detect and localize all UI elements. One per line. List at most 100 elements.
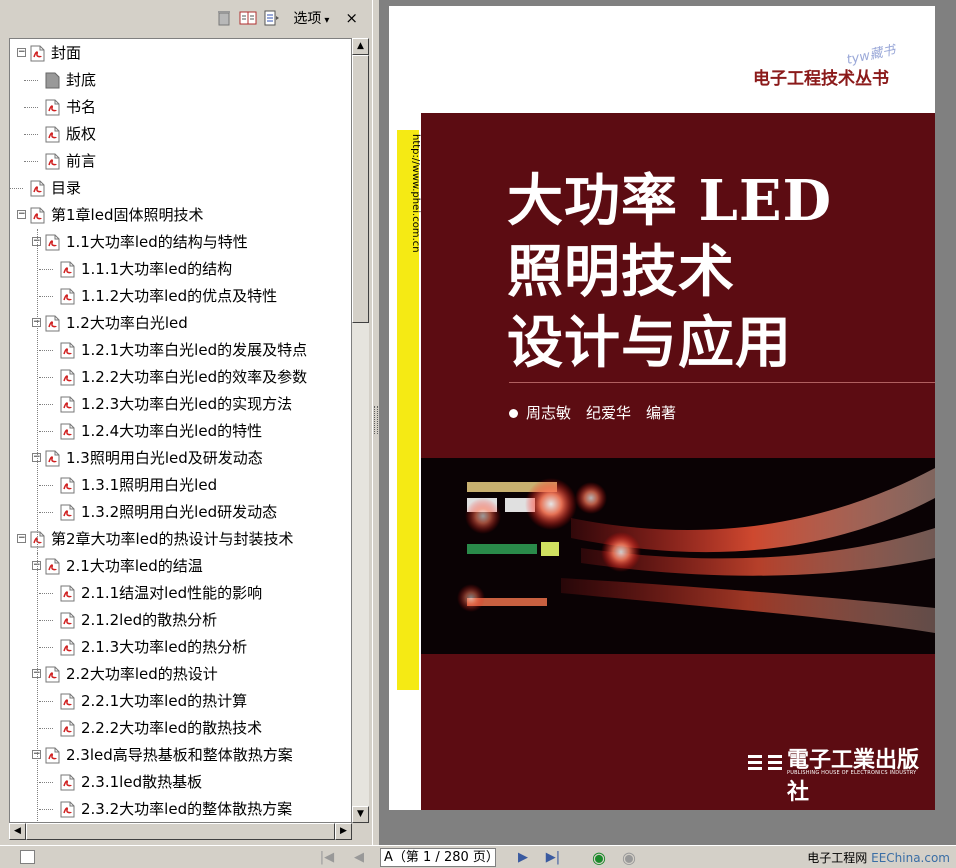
bookmark-label: 2.2.1大功率led的热计算: [81, 692, 248, 710]
tree-connector: [39, 701, 53, 702]
bookmark-item[interactable]: 2.1.2led的散热分析: [10, 607, 351, 634]
bookmark-label: 2.3led高导热基板和整体散热方案: [66, 746, 293, 764]
bookmark-item[interactable]: − 封面: [10, 40, 351, 67]
bookmark-label: 前言: [66, 152, 97, 170]
bookmark-item[interactable]: 1.2.3大功率白光led的实现方法: [10, 391, 351, 418]
bookmark-item[interactable]: − 第2章大功率led的热设计与封装技术: [10, 526, 351, 553]
page-icon: [45, 71, 60, 89]
collapse-toggle-icon[interactable]: −: [17, 48, 26, 57]
bookmark-item[interactable]: 1.3.2照明用白光led研发动态: [10, 499, 351, 526]
pdf-bookmark-icon: [45, 233, 60, 251]
publisher-name-english: PUBLISHING HOUSE OF ELECTRONICS INDUSTRY: [787, 770, 917, 776]
tree-connector: [39, 728, 53, 729]
credit-main: 电子工程网: [807, 851, 868, 865]
bookmark-item[interactable]: − 第1章led固体照明技术: [10, 202, 351, 229]
panel-splitter[interactable]: [372, 0, 380, 845]
status-bar: |◀ ◀ A（第 1 / 280 页） ▶ ▶| ◉ ◉ 电子工程网 EEChi…: [0, 845, 956, 868]
bookmark-label: 2.1.3大功率led的热分析: [81, 638, 248, 656]
bookmark-item[interactable]: −2.1大功率led的结温: [10, 553, 351, 580]
bookmark-item[interactable]: 2.3.1led散热基板: [10, 769, 351, 796]
pdf-bookmark-icon: [45, 449, 60, 467]
first-page-icon[interactable]: |◀: [318, 849, 336, 866]
bookmark-item[interactable]: 2.1.3大功率led的热分析: [10, 634, 351, 661]
tree-connector: [24, 80, 38, 81]
expand-bookmark-icon[interactable]: [263, 9, 281, 27]
bookmark-item[interactable]: 1.2.1大功率白光led的发展及特点: [10, 337, 351, 364]
collapse-toggle-icon[interactable]: −: [17, 534, 26, 543]
go-back-icon[interactable]: ◉: [590, 849, 608, 866]
bookmark-item[interactable]: −1.3照明用白光led及研发动态: [10, 445, 351, 472]
new-bookmark-icon[interactable]: [239, 9, 257, 27]
bookmark-item[interactable]: −2.3led高导热基板和整体散热方案: [10, 742, 351, 769]
pdf-bookmark-icon: [60, 800, 75, 818]
tree-guide-line: [37, 553, 38, 822]
vertical-scrollbar[interactable]: ▲ ▼: [352, 38, 369, 823]
pdf-bookmark-icon: [45, 746, 60, 764]
pdf-bookmark-icon: [60, 368, 75, 386]
pdf-bookmark-icon: [45, 98, 60, 116]
go-forward-icon[interactable]: ◉: [620, 849, 638, 866]
bookmark-label: 封底: [66, 71, 97, 89]
bookmark-item[interactable]: 1.2.2大功率白光led的效率及参数: [10, 364, 351, 391]
bookmark-item[interactable]: 1.1.2大功率led的优点及特性: [10, 283, 351, 310]
horizontal-scrollbar[interactable]: ◀ ▶: [9, 823, 352, 840]
bookmark-item[interactable]: 书名: [10, 94, 351, 121]
pdf-bookmark-icon: [60, 719, 75, 737]
bookmark-label: 1.3.1照明用白光led: [81, 476, 218, 494]
bookmark-item[interactable]: 2.2.2大功率led的散热技术: [10, 715, 351, 742]
bookmarks-toolbar: 选项 ▾ ×: [0, 0, 372, 36]
bookmark-item[interactable]: 1.3.1照明用白光led: [10, 472, 351, 499]
bookmark-item[interactable]: 2.1.1结温对led性能的影响: [10, 580, 351, 607]
pdf-bookmark-icon: [60, 638, 75, 656]
pdf-bookmark-icon: [60, 584, 75, 602]
bookmark-item[interactable]: 版权: [10, 121, 351, 148]
bookmark-item[interactable]: −2.2大功率led的热设计: [10, 661, 351, 688]
scroll-right-arrow-icon[interactable]: ▶: [335, 823, 352, 840]
bookmark-label: 1.2.3大功率白光led的实现方法: [81, 395, 293, 413]
tree-connector: [39, 593, 53, 594]
scroll-up-arrow-icon[interactable]: ▲: [352, 38, 369, 55]
tree-connector: [24, 134, 38, 135]
bookmark-item[interactable]: −1.2大功率白光led: [10, 310, 351, 337]
horizontal-scroll-thumb[interactable]: [26, 823, 335, 840]
splitter-grip-icon[interactable]: [374, 406, 378, 434]
bookmark-tree: − 封面封底书名 版权前言目录 − 第1章led固体照明技术 −1.1大功率led的结构与…: [9, 38, 352, 823]
page-options-icon[interactable]: [20, 850, 35, 864]
page-number-field[interactable]: A（第 1 / 280 页）: [380, 848, 499, 867]
bookmark-label: 目录: [51, 179, 82, 197]
title-line-3: 设计与应用: [507, 310, 792, 376]
scroll-left-arrow-icon[interactable]: ◀: [9, 823, 26, 840]
bookmark-label: 1.2.2大功率白光led的效率及参数: [81, 368, 308, 386]
scroll-thumb[interactable]: [352, 55, 369, 323]
next-page-icon[interactable]: ▶: [514, 849, 532, 866]
delete-bookmark-icon[interactable]: [215, 9, 233, 27]
bookmark-item[interactable]: 封底: [10, 67, 351, 94]
document-view[interactable]: tyw藏书 电子工程技术丛书 http://www.phei.com.cn 大功…: [380, 0, 956, 845]
previous-page-icon[interactable]: ◀: [350, 849, 368, 866]
bookmark-label: 2.3.1led散热基板: [81, 773, 203, 791]
title-line-2: 照明技术: [507, 239, 735, 305]
bookmark-label: 第2章大功率led的热设计与封装技术: [51, 530, 294, 548]
site-credit: 电子工程网 EEChina.com: [807, 849, 950, 866]
tree-connector: [39, 296, 53, 297]
bookmark-item[interactable]: 1.1.1大功率led的结构: [10, 256, 351, 283]
bookmark-label: 封面: [51, 44, 82, 62]
bookmark-item[interactable]: 2.2.1大功率led的热计算: [10, 688, 351, 715]
close-panel-button[interactable]: ×: [345, 9, 358, 27]
bookmark-item[interactable]: −1.1大功率led的结构与特性: [10, 229, 351, 256]
bookmark-item[interactable]: 1.2.4大功率白光led的特性: [10, 418, 351, 445]
collapse-toggle-icon[interactable]: −: [17, 210, 26, 219]
bookmark-label: 1.2大功率白光led: [66, 314, 188, 332]
bookmark-label: 2.1大功率led的结温: [66, 557, 203, 575]
scroll-down-arrow-icon[interactable]: ▼: [352, 806, 369, 823]
bookmark-label: 第1章led固体照明技术: [51, 206, 204, 224]
tree-connector: [39, 404, 53, 405]
bookmark-label: 1.2.4大功率白光led的特性: [81, 422, 263, 440]
bookmark-item[interactable]: 前言: [10, 148, 351, 175]
bookmark-label: 1.3照明用白光led及研发动态: [66, 449, 263, 467]
last-page-icon[interactable]: ▶|: [544, 849, 562, 866]
tree-connector: [39, 377, 53, 378]
bookmark-item[interactable]: 2.3.2大功率led的整体散热方案: [10, 796, 351, 822]
bookmark-item[interactable]: 目录: [10, 175, 351, 202]
options-menu-button[interactable]: 选项 ▾: [293, 8, 329, 28]
